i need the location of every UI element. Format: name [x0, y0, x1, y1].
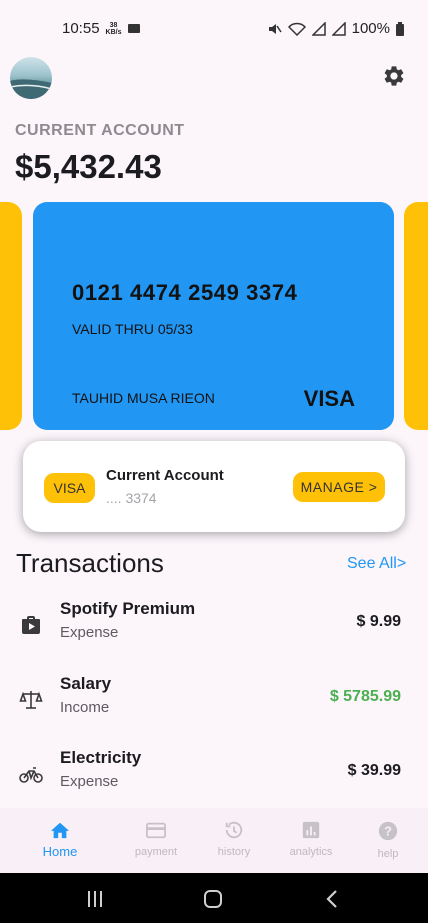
recent-apps-icon[interactable] — [86, 890, 104, 908]
card-brand: VISA — [303, 386, 355, 411]
scale-icon — [19, 691, 43, 709]
analytics-icon — [302, 821, 320, 839]
bottom-nav: Home payment history analytics ? help — [0, 808, 428, 873]
nav-history[interactable]: history — [196, 820, 272, 858]
transaction-amount: $ 39.99 — [347, 762, 401, 779]
nav-payment[interactable]: payment — [118, 820, 194, 858]
nav-home[interactable]: Home — [22, 820, 98, 859]
card-number: 0121 4474 2549 3374 — [72, 280, 298, 305]
status-left: 10:55 38 KB/s — [62, 20, 140, 37]
nav-analytics[interactable]: analytics — [273, 820, 349, 858]
nav-label: analytics — [289, 846, 333, 858]
status-right: 100% — [268, 20, 404, 37]
net-speed-value: 38 — [109, 21, 118, 29]
card-icon — [146, 822, 166, 839]
transaction-title: Spotify Premium — [60, 599, 196, 618]
next-card[interactable] — [404, 202, 428, 430]
svg-text:?: ? — [384, 824, 392, 839]
home-icon — [50, 822, 70, 839]
card-valid-thru: VALID THRU 05/33 — [72, 321, 193, 337]
account-masked-number: .... 3374 — [106, 490, 157, 506]
avatar[interactable] — [10, 57, 52, 99]
home-button-icon[interactable] — [203, 889, 223, 909]
visa-chip: VISA — [44, 473, 95, 503]
wifi-icon — [287, 22, 306, 36]
net-speed-unit: KB/s — [105, 28, 122, 36]
battery-percent: 100% — [351, 20, 390, 37]
battery-icon — [396, 21, 404, 36]
gear-icon[interactable] — [382, 64, 406, 88]
account-label: CURRENT ACCOUNT — [15, 122, 185, 139]
see-all-link[interactable]: See All> — [347, 555, 406, 573]
status-time: 10:55 — [62, 20, 100, 37]
avatar-photo — [10, 79, 52, 99]
card-holder-name: TAUHID MUSA RIEON — [72, 390, 215, 406]
transaction-amount: $ 5785.99 — [329, 688, 401, 705]
history-icon — [225, 821, 243, 839]
signal-icon — [311, 21, 326, 36]
network-speed: 38 KB/s — [106, 22, 122, 36]
transaction-row[interactable]: Salary Income $ 5785.99 — [0, 674, 428, 730]
account-panel-title: Current Account — [106, 467, 224, 484]
manage-button[interactable]: MANAGE > — [293, 472, 385, 502]
folder-icon — [127, 24, 140, 33]
nav-help[interactable]: ? help — [350, 820, 426, 860]
nav-label: Home — [42, 844, 78, 859]
transaction-row[interactable]: Spotify Premium Expense $ 9.99 — [0, 599, 428, 655]
signal-icon-2 — [331, 21, 346, 36]
status-bar: 10:55 38 KB/s 100% — [0, 0, 428, 58]
transaction-type: Income — [60, 699, 110, 716]
transaction-row[interactable]: Electricity Expense $ 39.99 — [0, 748, 428, 804]
back-icon[interactable] — [325, 889, 339, 909]
nav-label: help — [377, 848, 399, 860]
transaction-type: Expense — [60, 773, 119, 790]
transaction-title: Electricity — [60, 748, 142, 767]
credit-card[interactable]: 0121 4474 2549 3374 VALID THRU 05/33 TAU… — [33, 202, 394, 430]
play-bag-icon — [22, 616, 40, 634]
account-balance: $5,432.43 — [15, 148, 162, 185]
transactions-heading: Transactions — [16, 548, 164, 578]
transaction-type: Expense — [60, 624, 119, 641]
account-panel: VISA Current Account .... 3374 MANAGE > — [23, 441, 405, 532]
bike-icon — [19, 767, 43, 783]
previous-card[interactable] — [0, 202, 22, 430]
transaction-amount: $ 9.99 — [356, 613, 401, 630]
system-nav-bar — [0, 873, 428, 923]
help-icon: ? — [378, 821, 398, 841]
nav-label: payment — [134, 846, 178, 858]
transaction-title: Salary — [60, 674, 112, 693]
nav-label: history — [217, 846, 251, 858]
mute-icon — [268, 23, 282, 34]
